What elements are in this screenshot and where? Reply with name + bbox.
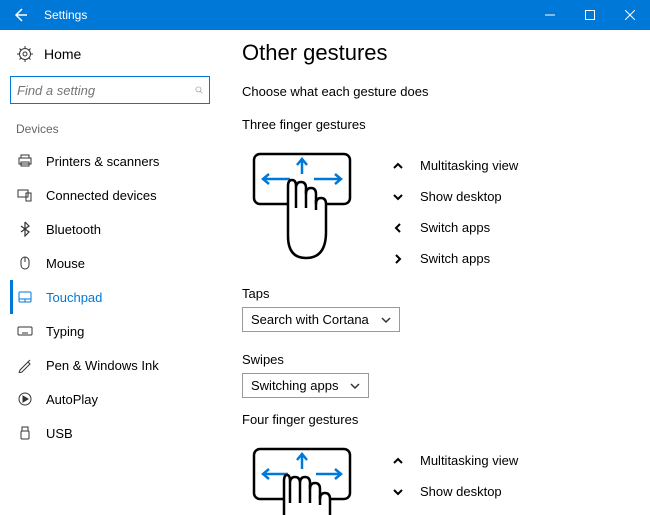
chevron-up-icon (392, 160, 406, 172)
gesture-label: Switch apps (420, 220, 490, 235)
home-link[interactable]: Home (10, 40, 220, 76)
search-input[interactable] (10, 76, 210, 104)
sidebar-item-label: Printers & scanners (46, 154, 159, 169)
sidebar-item-label: Pen & Windows Ink (46, 358, 159, 373)
titlebar: Settings (0, 0, 650, 30)
close-icon (625, 10, 635, 20)
main-panel: Other gestures Choose what each gesture … (220, 30, 650, 515)
sidebar-item-label: USB (46, 426, 73, 441)
gesture-left[interactable]: Switch apps (392, 212, 518, 243)
sidebar-item-typing[interactable]: Typing (10, 314, 220, 348)
sidebar-item-label: Typing (46, 324, 84, 339)
sidebar-item-label: Touchpad (46, 290, 102, 305)
chevron-left-icon (392, 222, 406, 234)
sidebar-item-bluetooth[interactable]: Bluetooth (10, 212, 220, 246)
sidebar-item-label: Connected devices (46, 188, 157, 203)
mouse-icon (16, 255, 34, 271)
gesture-down[interactable]: Show desktop (392, 476, 518, 507)
gesture-right[interactable]: Switch apps (392, 243, 518, 274)
usb-icon (16, 425, 34, 441)
swipes-label: Swipes (242, 352, 632, 367)
gesture-down[interactable]: Show desktop (392, 181, 518, 212)
printer-icon (16, 153, 34, 169)
sidebar-item-mouse[interactable]: Mouse (10, 246, 220, 280)
chevron-right-icon (392, 253, 406, 265)
taps-dropdown[interactable]: Search with Cortana (242, 307, 400, 332)
chevron-down-icon (392, 486, 406, 498)
four-finger-title: Four finger gestures (242, 412, 632, 427)
swipes-dropdown[interactable]: Switching apps (242, 373, 369, 398)
pen-icon (16, 357, 34, 373)
close-button[interactable] (610, 0, 650, 30)
page-title: Other gestures (242, 40, 632, 66)
chevron-down-icon (381, 315, 391, 325)
sidebar-item-connected[interactable]: Connected devices (10, 178, 220, 212)
window-title: Settings (40, 8, 87, 22)
sidebar-item-label: Mouse (46, 256, 85, 271)
sidebar-item-usb[interactable]: USB (10, 416, 220, 450)
minimize-icon (545, 10, 555, 20)
maximize-button[interactable] (570, 0, 610, 30)
chevron-up-icon (392, 455, 406, 467)
taps-label: Taps (242, 286, 632, 301)
search-icon (195, 83, 203, 97)
sidebar-item-label: AutoPlay (46, 392, 98, 407)
four-finger-illustration (242, 441, 372, 515)
gesture-label: Show desktop (420, 484, 502, 499)
three-finger-illustration (242, 146, 372, 274)
arrow-left-icon (12, 7, 28, 23)
sidebar-item-pen[interactable]: Pen & Windows Ink (10, 348, 220, 382)
page-subtitle: Choose what each gesture does (242, 84, 632, 99)
bluetooth-icon (16, 221, 34, 237)
keyboard-icon (16, 323, 34, 339)
gesture-label: Multitasking view (420, 158, 518, 173)
gesture-up[interactable]: Multitasking view (392, 445, 518, 476)
gesture-label: Show desktop (420, 189, 502, 204)
taps-value: Search with Cortana (251, 312, 369, 327)
swipes-value: Switching apps (251, 378, 338, 393)
sidebar-section-label: Devices (10, 122, 220, 144)
sidebar-item-autoplay[interactable]: AutoPlay (10, 382, 220, 416)
chevron-down-icon (392, 191, 406, 203)
maximize-icon (585, 10, 595, 20)
sidebar: Home Devices Printers & scanners Connect… (0, 30, 220, 515)
sidebar-item-label: Bluetooth (46, 222, 101, 237)
back-button[interactable] (0, 0, 40, 30)
gear-icon (16, 46, 34, 62)
sidebar-item-printers[interactable]: Printers & scanners (10, 144, 220, 178)
autoplay-icon (16, 391, 34, 407)
devices-icon (16, 187, 34, 203)
sidebar-item-touchpad[interactable]: Touchpad (10, 280, 220, 314)
home-label: Home (44, 46, 81, 62)
gesture-up[interactable]: Multitasking view (392, 150, 518, 181)
gesture-label: Switch apps (420, 251, 490, 266)
gesture-label: Multitasking view (420, 453, 518, 468)
touchpad-icon (16, 289, 34, 305)
three-finger-title: Three finger gestures (242, 117, 632, 132)
chevron-down-icon (350, 381, 360, 391)
minimize-button[interactable] (530, 0, 570, 30)
search-field[interactable] (17, 83, 195, 98)
